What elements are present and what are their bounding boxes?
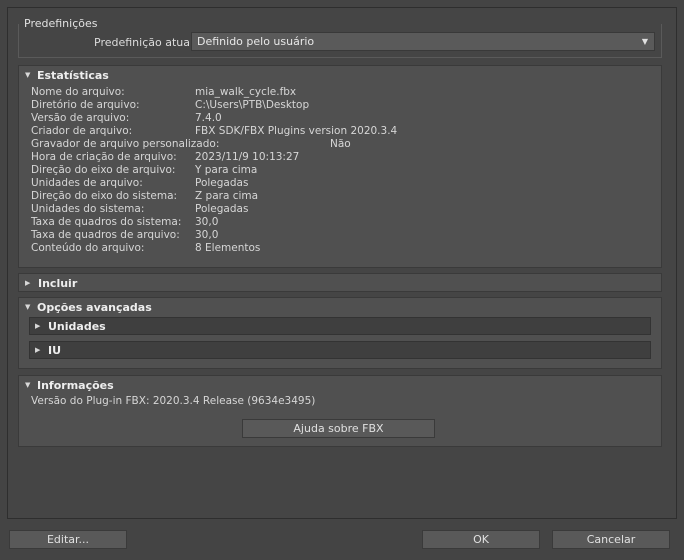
advanced-title: Opções avançadas (37, 301, 152, 314)
info-title: Informações (37, 379, 114, 392)
presets-title: Predefinições (24, 17, 98, 30)
stat-label: Unidades do sistema: (31, 203, 145, 215)
cancel-button[interactable]: Cancelar (552, 530, 670, 549)
triangle-right-icon: ▶ (35, 322, 41, 330)
stat-label: Conteúdo do arquivo: (31, 242, 145, 254)
stat-value: FBX SDK/FBX Plugins version 2020.3.4 (195, 125, 398, 137)
current-preset-dropdown[interactable]: Definido pelo usuário ▼ (191, 32, 655, 51)
stat-label: Direção do eixo de arquivo: (31, 164, 176, 176)
fbx-help-button[interactable]: Ajuda sobre FBX (242, 419, 435, 438)
info-header[interactable]: ▼ Informações (19, 376, 661, 393)
stat-label: Taxa de quadros do sistema: (31, 216, 182, 228)
current-preset-label: Predefinição atual: (94, 36, 197, 49)
stat-label: Nome do arquivo: (31, 86, 125, 98)
stat-label: Hora de criação de arquivo: (31, 151, 177, 163)
stat-label: Versão de arquivo: (31, 112, 130, 124)
triangle-right-icon: ▶ (35, 346, 41, 354)
stat-value: Não (330, 138, 351, 150)
stat-value: 30,0 (195, 229, 219, 241)
statistics-title: Estatísticas (37, 69, 109, 82)
stat-label: Unidades de arquivo: (31, 177, 143, 189)
stat-value: mia_walk_cycle.fbx (195, 86, 297, 98)
statistics-header[interactable]: ▼ Estatísticas (19, 66, 661, 84)
ok-button[interactable]: OK (422, 530, 540, 549)
units-subpanel[interactable]: ▶ Unidades (29, 317, 651, 335)
stat-value: 7.4.0 (195, 112, 222, 124)
stat-label: Diretório de arquivo: (31, 99, 140, 111)
stat-value: Y para cima (195, 164, 258, 176)
stat-value: Polegadas (195, 177, 249, 189)
stat-value: C:\Users\PTB\Desktop (195, 99, 310, 111)
stat-value: 8 Elementos (195, 242, 261, 254)
edit-button[interactable]: Editar... (9, 530, 127, 549)
ui-title: IU (48, 344, 62, 357)
stat-label: Taxa de quadros de arquivo: (31, 229, 180, 241)
stat-label: Gravador de arquivo personalizado: (31, 138, 220, 150)
advanced-header[interactable]: ▼ Opções avançadas (19, 298, 661, 315)
plugin-version-text: Versão do Plug-in FBX: 2020.3.4 Release … (31, 395, 316, 407)
stat-value: 30,0 (195, 216, 219, 228)
stat-value: Z para cima (195, 190, 259, 202)
include-title: Incluir (38, 277, 78, 290)
triangle-down-icon: ▼ (25, 303, 31, 311)
chevron-down-icon: ▼ (641, 37, 648, 46)
current-preset-value: Definido pelo usuário (197, 35, 315, 48)
triangle-down-icon: ▼ (25, 71, 31, 79)
ui-subpanel[interactable]: ▶ IU (29, 341, 651, 359)
triangle-right-icon: ▶ (25, 279, 31, 287)
include-panel[interactable]: ▶ Incluir (18, 273, 662, 292)
stat-label: Criador de arquivo: (31, 125, 133, 137)
stat-value: Polegadas (195, 203, 249, 215)
triangle-down-icon: ▼ (25, 381, 31, 389)
stat-value: 2023/11/9 10:13:27 (195, 151, 300, 163)
stat-label: Direção do eixo do sistema: (31, 190, 178, 202)
units-title: Unidades (48, 320, 106, 333)
